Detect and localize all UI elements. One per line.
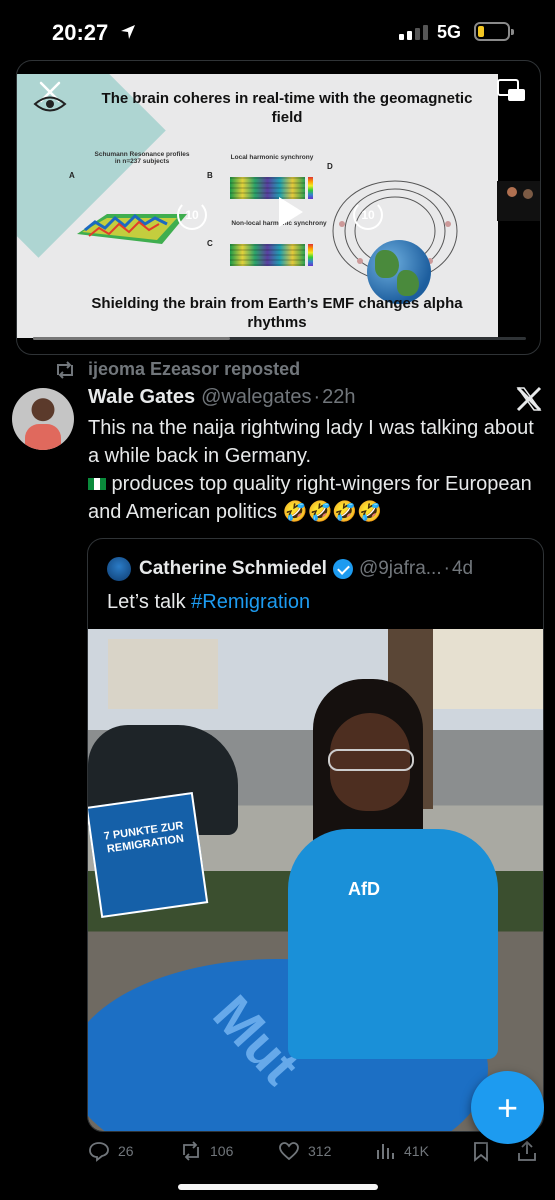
eye-icon[interactable] xyxy=(33,93,67,115)
panel-a-label: A xyxy=(69,171,75,180)
tweet-line-2: produces top quality right-wingers for E… xyxy=(88,473,532,523)
tweet-header: Wale Gates @walegates · 22h xyxy=(88,386,356,409)
quoted-photo[interactable]: Mut AfD 7 PUNKTE ZUR REMIGRATION xyxy=(88,629,543,1131)
picture-in-picture-icon[interactable] xyxy=(497,79,527,103)
colorbar-c xyxy=(308,244,313,266)
network-type: 5G xyxy=(437,22,462,42)
battery-icon xyxy=(474,22,514,41)
quoted-text-body: Let’s talk xyxy=(107,591,192,613)
avatar[interactable] xyxy=(12,388,74,450)
repost-button[interactable]: 106 xyxy=(180,1140,233,1162)
bookmark-icon xyxy=(474,1142,488,1162)
quoted-author-handle: @9jafra... xyxy=(358,558,442,579)
skip-back-button[interactable]: 10 xyxy=(177,200,207,230)
panel-a-title: Schumann Resonance profiles in n=237 sub… xyxy=(94,151,190,165)
quoted-tweet[interactable]: Catherine Schmiedel @9jafra... · 4d Let’… xyxy=(87,538,544,1132)
panel-c-label: C xyxy=(207,239,213,248)
video-frame: The brain coheres in real-time with the … xyxy=(17,74,498,338)
heatmap-b xyxy=(230,177,305,199)
panel-d-label: D xyxy=(327,162,333,171)
views-button[interactable]: 41K xyxy=(374,1140,429,1162)
bookmark-button[interactable] xyxy=(470,1140,492,1162)
quoted-avatar xyxy=(107,557,131,581)
panel-b-label: B xyxy=(207,171,213,180)
slide-caption: Shielding the brain from Earth’s EMF cha… xyxy=(91,295,463,331)
play-button[interactable] xyxy=(279,197,303,227)
action-bar: 26 106 312 41K xyxy=(88,1140,543,1170)
repost-icon xyxy=(183,1141,199,1161)
campaign-flyer: 7 PUNKTE ZUR REMIGRATION xyxy=(88,792,209,918)
location-arrow-icon xyxy=(121,25,135,39)
woman-figure: AfD xyxy=(288,679,498,1131)
repost-label: ijeoma Ezeasor reposted xyxy=(88,359,301,379)
quoted-time: 4d xyxy=(451,558,474,579)
like-button[interactable]: 312 xyxy=(278,1140,331,1162)
home-indicator[interactable] xyxy=(178,1184,378,1190)
repost-icon xyxy=(57,360,73,379)
panel-b-title: Local harmonic synchrony xyxy=(230,154,314,161)
quoted-author-name: Catherine Schmiedel xyxy=(139,558,327,579)
quoted-text: Let’s talk #Remigration xyxy=(107,591,310,614)
author-handle[interactable]: @walegates xyxy=(201,386,311,409)
webcam-thumbnail xyxy=(497,181,540,221)
tweet-line-1: This na the naija rightwing lady I was t… xyxy=(88,417,534,467)
jacket-logo: AfD xyxy=(348,879,380,899)
verified-badge-icon xyxy=(332,559,353,579)
schumann-terrain-plot xyxy=(77,194,187,264)
compose-button[interactable]: + xyxy=(471,1071,544,1144)
tweet-text: This na the naija rightwing lady I was t… xyxy=(88,414,538,526)
colorbar-b xyxy=(308,177,313,199)
video-progress-bar[interactable] xyxy=(33,337,526,340)
repost-count: 106 xyxy=(210,1143,234,1159)
share-icon xyxy=(518,1140,536,1161)
heart-icon xyxy=(279,1142,299,1161)
cellular-signal-icon xyxy=(399,24,428,40)
separator: · xyxy=(443,558,450,579)
reply-button[interactable]: 26 xyxy=(88,1140,134,1162)
status-bar: 20:27 5G xyxy=(0,0,555,66)
heatmap-c xyxy=(230,244,305,266)
reply-count: 26 xyxy=(118,1143,134,1159)
quoted-header: Catherine Schmiedel @9jafra... · 4d xyxy=(139,558,473,580)
separator: · xyxy=(313,386,321,408)
tweet-time[interactable]: 22h xyxy=(322,386,355,409)
author-name[interactable]: Wale Gates xyxy=(88,386,195,409)
video-player[interactable]: The brain coheres in real-time with the … xyxy=(16,60,541,355)
like-count: 312 xyxy=(308,1143,332,1159)
skip-forward-button[interactable]: 10 xyxy=(353,200,383,230)
hashtag-link[interactable]: #Remigration xyxy=(191,591,310,613)
reply-icon xyxy=(89,1142,109,1162)
share-button[interactable] xyxy=(516,1140,538,1162)
views-icon xyxy=(377,1144,394,1159)
slide-title: The brain coheres in real-time with the … xyxy=(101,90,473,126)
nigeria-flag-icon xyxy=(88,478,106,490)
repost-header: ijeoma Ezeasor reposted xyxy=(54,359,300,380)
views-count: 41K xyxy=(404,1143,429,1159)
plus-icon: + xyxy=(496,1086,519,1128)
background-building xyxy=(108,639,218,709)
x-logo-icon[interactable] xyxy=(515,385,543,413)
status-time: 20:27 xyxy=(52,20,109,45)
